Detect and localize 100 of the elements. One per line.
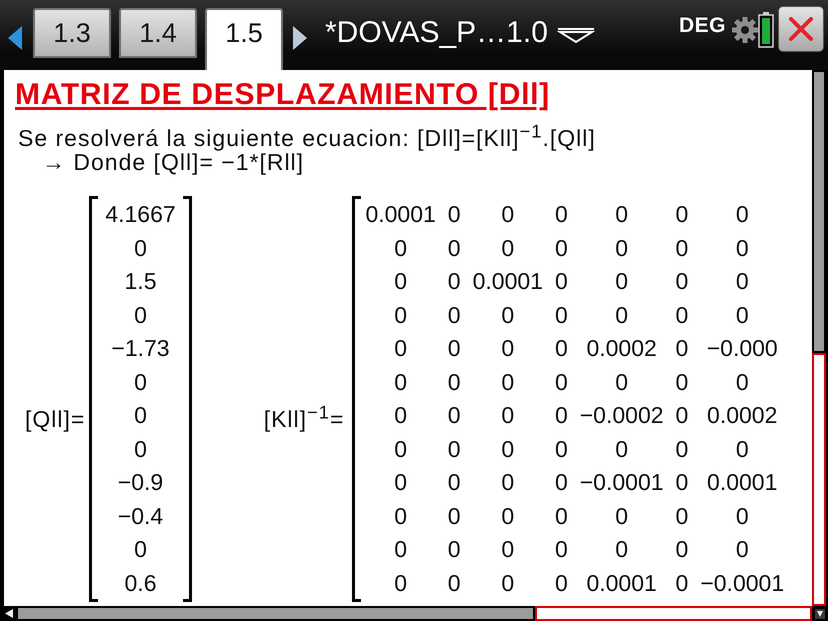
matrix-cell-text: −0.9	[116, 468, 164, 497]
matrix-cell-text: 4.1667	[105, 200, 176, 229]
matrix-cell-text: 0	[500, 434, 516, 464]
matrix-cell-text: 0	[676, 267, 688, 296]
scroll-right-icon[interactable]	[293, 26, 307, 50]
matrix-cell-text: 0	[676, 401, 688, 430]
matrix-cell-text: 0	[448, 502, 461, 530]
matrix-cell-text: 0	[734, 234, 750, 262]
matrix-cell-text: 0	[500, 368, 516, 396]
page-tab[interactable]: 1.3	[33, 8, 111, 58]
matrix-cell-text: 0	[393, 502, 408, 530]
matrix-cell-text: 0	[734, 267, 750, 296]
close-button[interactable]	[778, 6, 824, 52]
page-tab[interactable]: 1.4	[119, 8, 197, 58]
matrix-cell-text: 0	[614, 234, 630, 262]
matrix-cell-text: 0.0002	[706, 401, 778, 430]
matrix-cell-text: 0	[676, 300, 688, 330]
caret-icon	[556, 27, 595, 43]
matrix-cell-text: 0	[734, 434, 750, 464]
matrix-cell-text: 0	[614, 502, 630, 530]
matrix-cell-text: −0.4	[116, 502, 164, 530]
matrix-cell-text: −1.73	[110, 334, 171, 363]
matrix-cell-text: 0	[554, 368, 568, 396]
matrix-cell-text: 0	[448, 568, 461, 598]
matrix-cell-text: 0	[676, 502, 688, 530]
equation-text: Se resolverá la siguiente ecuacion: [Dll]=[Kll]$^{−1}$.[Qll]	[18, 126, 596, 150]
matrix-cell-text: 0	[448, 401, 461, 430]
matrix-cell-text: 0	[393, 368, 408, 396]
matrix-cell-text: 0	[676, 535, 688, 564]
matrix-cell-text: 0	[614, 200, 630, 229]
matrix-cell-text: 0.6	[124, 568, 158, 598]
matrix-cell-text: 0.0001	[365, 200, 436, 229]
matrix-cell-text: 0	[133, 434, 148, 464]
matrix-label: [Qll]=	[25, 406, 86, 432]
matrix-cell-text: 0	[448, 334, 461, 363]
matrix-cell-text: 0	[554, 401, 568, 430]
matrix-cell-text: 0	[500, 200, 516, 229]
matrix-cell-text: 0	[614, 368, 630, 396]
matrix-cell-text: 0	[554, 568, 568, 598]
close-icon	[789, 17, 813, 41]
matrix-cell-text: 0	[614, 300, 630, 330]
matrix-cell-text: 0	[448, 368, 461, 396]
matrix-cell-text: 0	[393, 401, 408, 430]
matrix-cell-text: −0.000	[706, 334, 779, 363]
matrix-cell-text: 0	[614, 434, 630, 464]
matrix-cell-text: 0	[734, 535, 750, 564]
matrix-cell-text: 0	[500, 234, 516, 262]
matrix-cell-text: 0	[676, 368, 688, 396]
matrix-cell-text: 0	[448, 300, 461, 330]
scrollbar-thumb[interactable]	[812, 70, 826, 353]
matrix-cell-text: 0	[393, 535, 408, 564]
matrix-cell-text: 0	[500, 300, 516, 330]
page-tab[interactable]: 1.5	[205, 8, 283, 70]
matrix-cell-text: 0	[448, 434, 461, 464]
document-title-button[interactable]: *DOVAS_P…1.0	[325, 8, 595, 58]
matrix-cell-text: 0	[133, 300, 148, 330]
matrix-cell-text: 0	[554, 300, 568, 330]
battery-icon	[758, 12, 774, 48]
matrix-cell-text: 0	[133, 368, 148, 396]
matrix-cell-text: 0	[554, 434, 568, 464]
matrix-cell-text: 0.0002	[585, 334, 658, 363]
matrix-cell-text: 0	[554, 234, 568, 262]
matrix-cell-text: 0	[393, 468, 408, 497]
matrix-cell-text: 0	[500, 468, 516, 497]
matrix-cell-text: 0	[554, 200, 568, 229]
scroll-left-icon[interactable]	[8, 26, 22, 50]
matrix-cell-text: 1.5	[124, 267, 158, 296]
matrix-cell-text: −0.0001	[700, 568, 784, 598]
matrix-cell-text: 0	[734, 200, 750, 229]
matrix-cell-text: 0.0001	[585, 568, 658, 598]
matrix-cell-text: 0	[393, 267, 408, 296]
matrix-cell-text: 0	[500, 502, 516, 530]
matrix-cell-text: 0	[448, 200, 461, 229]
matrix-cell-text: 0	[734, 502, 750, 530]
matrix-cell-text: 0	[676, 334, 688, 363]
matrix-cell-text: 0.0001	[472, 267, 543, 296]
matrix-cell-text: 0	[133, 401, 148, 430]
matrix-cell-text: 0.0001	[706, 468, 778, 497]
matrix-cell-text: 0	[133, 234, 148, 262]
matrix-cell-text: 0	[448, 535, 461, 564]
matrix-cell-text: 0	[676, 234, 688, 262]
matrix-cell-text: 0	[554, 267, 568, 296]
matrix-cell-text: 0	[448, 234, 461, 262]
matrix-cell-text: 0	[393, 568, 408, 598]
scrollbar-thumb[interactable]	[16, 606, 535, 621]
matrix-cell-text: 0	[393, 234, 408, 262]
matrix-cell-text: 0	[393, 334, 408, 363]
matrix-cell-text: 0	[614, 267, 630, 296]
matrix-cell-text: 0	[500, 334, 516, 363]
matrix-cell-text: 0	[734, 300, 750, 330]
matrix-cell-text: 0	[554, 502, 568, 530]
matrix-cell-text: 0	[676, 468, 688, 497]
note-text: → Donde [Qll]= −1*[Rll]	[42, 150, 304, 174]
matrix-cell-text: −0.0002	[580, 401, 664, 430]
corner-triangle-icon	[815, 608, 825, 618]
matrix-cell-text: 0	[500, 568, 516, 598]
matrix-cell-text: 0	[614, 535, 630, 564]
matrix-cell-text: 0	[734, 368, 750, 396]
matrix-cell-text: 0	[676, 434, 688, 464]
angle-mode-label: DEG	[678, 14, 726, 38]
